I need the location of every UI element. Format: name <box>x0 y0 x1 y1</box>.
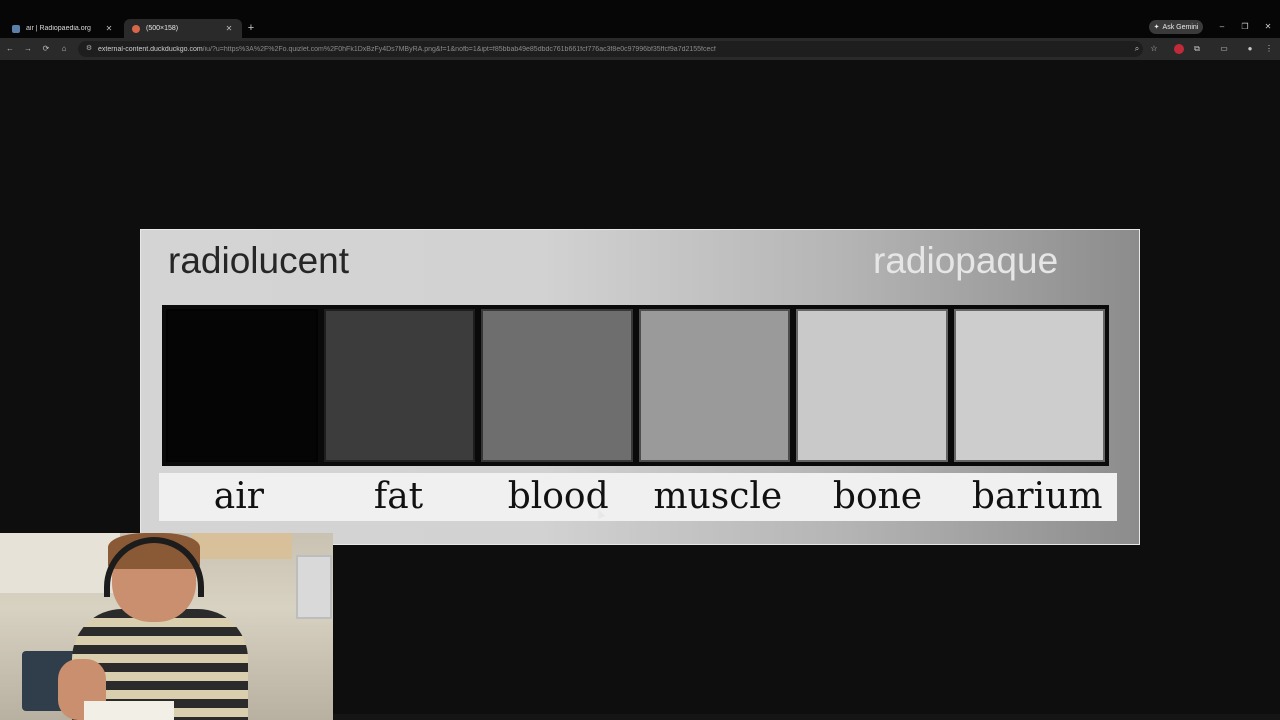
close-tab-icon[interactable]: ✕ <box>104 24 114 33</box>
swatch-muscle <box>638 309 790 462</box>
webcam-background-shelf <box>0 533 120 593</box>
url-path: /iu/?u=https%3A%2F%2Fo.quizlet.com%2F0hF… <box>202 45 716 53</box>
tab-title: (500×158) <box>146 25 179 32</box>
forward-arrow-icon[interactable]: → <box>21 42 35 56</box>
displayed-image: radiolucent radiopaque air fat blood mus… <box>140 229 1140 545</box>
menu-icon[interactable]: ⋮ <box>1262 42 1276 56</box>
url-text[interactable]: external-content.duckduckgo.com/iu/?u=ht… <box>98 46 1098 53</box>
profile-icon[interactable]: ● <box>1243 42 1257 56</box>
webcam-background-shelf-2 <box>192 533 292 559</box>
density-swatch-strip <box>162 305 1109 466</box>
tab-title: air | Radiopaedia.org <box>26 25 91 32</box>
webcam-overlay <box>0 533 333 720</box>
bookmark-star-icon[interactable]: ☆ <box>1147 42 1161 56</box>
ask-gemini-label: Ask Gemini <box>1162 23 1199 31</box>
ask-gemini-button[interactable]: ✦ Ask Gemini <box>1149 20 1203 34</box>
browser-toolbar: ← → ⟳ ⌂ ⚙ external-content.duckduckgo.co… <box>0 38 1280 60</box>
restore-button[interactable]: ❐ <box>1238 20 1252 34</box>
tab-strip: air | Radiopaedia.org ✕ (500×158) ✕ + ✦ … <box>0 0 1280 38</box>
minimize-button[interactable]: – <box>1215 20 1229 34</box>
radiolucent-label: radiolucent <box>168 240 350 281</box>
close-window-button[interactable]: ✕ <box>1261 20 1275 34</box>
extensions-icon[interactable]: ⧉ <box>1190 42 1204 56</box>
swatch-label-bone: bone <box>832 476 923 517</box>
home-icon[interactable]: ⌂ <box>57 42 71 56</box>
url-host: external-content.duckduckgo.com <box>98 45 203 53</box>
swatch-fat <box>323 309 475 462</box>
zoom-icon[interactable]: ⌕ <box>1130 42 1144 56</box>
image-favicon-icon <box>132 24 140 33</box>
swatch-label-blood: blood <box>507 476 609 517</box>
tab-radiopaedia[interactable]: air | Radiopaedia.org ✕ <box>4 19 122 38</box>
extension-badge-icon[interactable] <box>1174 44 1184 54</box>
swatch-bone <box>796 309 948 462</box>
swatch-label-air: air <box>213 476 264 517</box>
swatch-barium <box>953 309 1105 462</box>
gemini-sparkle-icon: ✦ <box>1153 24 1160 31</box>
swatch-label-barium: barium <box>971 476 1103 517</box>
reload-icon[interactable]: ⟳ <box>39 42 53 56</box>
swatch-blood <box>481 309 633 462</box>
taskbar-edge <box>333 714 1280 720</box>
swatch-label-muscle: muscle <box>653 476 783 517</box>
webcam-background-monitor <box>296 555 332 619</box>
swatch-air <box>166 309 318 462</box>
radiopaque-label: radiopaque <box>873 240 1059 281</box>
side-panel-icon[interactable]: ▭ <box>1217 42 1231 56</box>
tab-image[interactable]: (500×158) ✕ <box>124 19 242 38</box>
webcam-paper <box>84 701 174 720</box>
swatch-labels: air fat blood muscle bone barium <box>159 473 1117 521</box>
back-arrow-icon[interactable]: ← <box>3 42 17 56</box>
radiopaedia-favicon-icon <box>12 24 20 33</box>
close-tab-icon[interactable]: ✕ <box>224 24 234 33</box>
swatch-label-fat: fat <box>373 476 424 517</box>
new-tab-button[interactable]: + <box>246 20 256 36</box>
site-info-icon[interactable]: ⚙ <box>84 44 94 54</box>
address-bar[interactable]: ⚙ external-content.duckduckgo.com/iu/?u=… <box>78 41 1143 57</box>
